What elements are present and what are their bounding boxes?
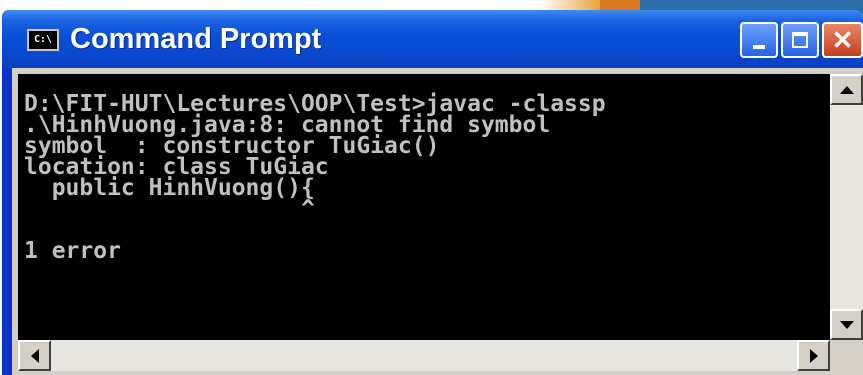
scrollbar-corner xyxy=(830,340,863,371)
arrow-down-icon xyxy=(839,320,854,329)
horizontal-scrollbar[interactable] xyxy=(18,340,830,371)
arrow-left-icon xyxy=(30,348,39,363)
scroll-down-button[interactable] xyxy=(830,309,863,340)
title-bar[interactable]: C:\ Command Prompt ✕ xyxy=(2,10,863,68)
console-app-icon[interactable]: C:\ xyxy=(27,29,59,51)
minimize-icon xyxy=(753,45,765,49)
arrow-up-icon xyxy=(839,85,854,94)
command-prompt-window: C:\ Command Prompt ✕ D:\FIT-HUT\Lectures… xyxy=(2,10,863,375)
close-button[interactable]: ✕ xyxy=(822,22,863,58)
arrow-right-icon xyxy=(809,348,818,363)
scroll-left-button[interactable] xyxy=(18,340,51,371)
vertical-scrollbar[interactable] xyxy=(830,74,863,340)
console-line: ^ xyxy=(24,196,315,222)
console-text[interactable]: D:\FIT-HUT\Lectures\OOP\Test>javac -clas… xyxy=(18,74,830,264)
console-client-area: D:\FIT-HUT\Lectures\OOP\Test>javac -clas… xyxy=(12,68,863,375)
close-icon: ✕ xyxy=(831,25,854,55)
scroll-up-button[interactable] xyxy=(830,74,863,105)
scroll-right-button[interactable] xyxy=(797,340,830,371)
console-output[interactable]: D:\FIT-HUT\Lectures\OOP\Test>javac -clas… xyxy=(18,74,830,340)
console-line: 1 error xyxy=(24,238,121,264)
maximize-button[interactable] xyxy=(781,22,819,58)
minimize-button[interactable] xyxy=(740,22,778,58)
window-title: Command Prompt xyxy=(70,23,322,55)
maximize-icon xyxy=(792,32,808,48)
